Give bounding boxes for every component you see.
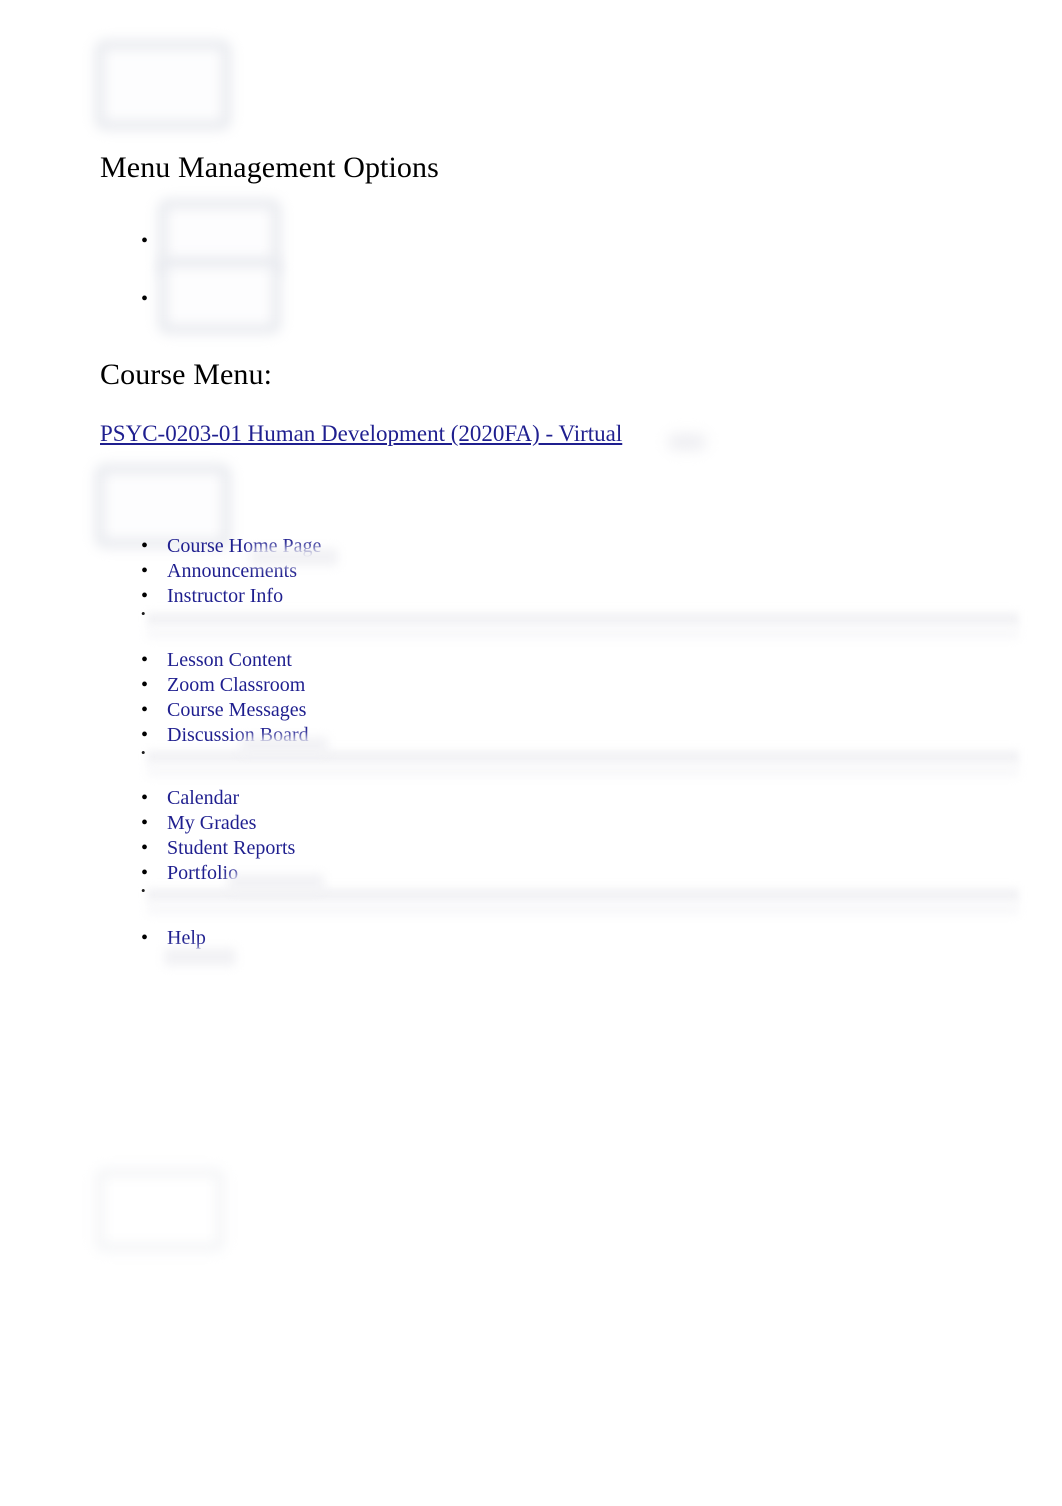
menu-item-label: Zoom Classroom <box>167 674 306 696</box>
menu-group-separator-shadow <box>147 766 1019 776</box>
menu-group-separator-shadow <box>147 904 1019 914</box>
sidebar-item-calendar[interactable]: Calendar <box>141 786 295 811</box>
sidebar-item-lesson-content[interactable]: Lesson Content <box>141 648 309 673</box>
menu-item-label: Course Messages <box>167 699 307 721</box>
top-toolbar-screenshot[interactable] <box>95 40 231 130</box>
menu-options-screenshot-secondary[interactable] <box>158 258 281 334</box>
sidebar-item-my-grades[interactable]: My Grades <box>141 811 295 836</box>
menu-item-label: My Grades <box>167 812 257 834</box>
sidebar-item-student-reports[interactable]: Student Reports <box>141 836 295 861</box>
sidebar-item-instructor-info[interactable]: Instructor Info <box>141 584 321 609</box>
link-highlight-smudge <box>250 548 338 566</box>
link-highlight-smudge <box>164 948 236 966</box>
course-title-link[interactable]: PSYC-0203-01 Human Development (2020FA) … <box>100 420 622 448</box>
page-title: Menu Management Options <box>100 151 439 184</box>
menu-item-label: Lesson Content <box>167 649 292 671</box>
link-highlight-smudge <box>228 874 324 892</box>
menu-item-label: Instructor Info <box>167 585 284 607</box>
document-page: Menu Management Options Course Menu: PSY… <box>0 0 1062 1506</box>
link-highlight-smudge <box>240 737 328 755</box>
sidebar-item-course-messages[interactable]: Course Messages <box>141 698 309 723</box>
footer-screenshot[interactable] <box>95 1168 225 1252</box>
menu-item-label: Calendar <box>167 787 240 809</box>
course-title-trailing-smudge <box>668 434 706 450</box>
menu-item-label: Help <box>167 927 206 949</box>
sidebar-item-zoom-classroom[interactable]: Zoom Classroom <box>141 673 309 698</box>
menu-item-label: Student Reports <box>167 837 296 859</box>
menu-group-separator <box>147 611 1019 627</box>
menu-group-separator-shadow <box>147 628 1019 638</box>
section-title-course-menu: Course Menu: <box>100 358 273 391</box>
